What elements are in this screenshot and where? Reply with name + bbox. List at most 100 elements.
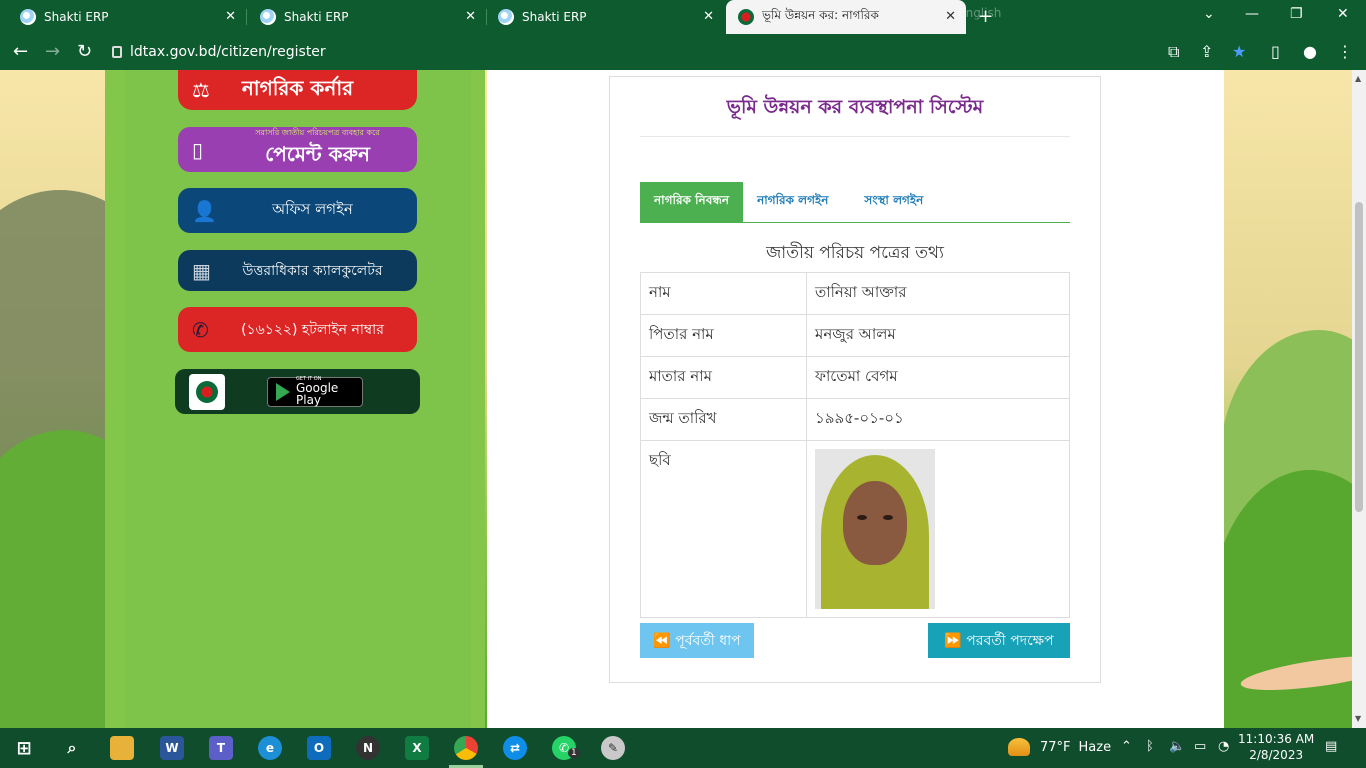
office-login-label: অফিস লগইন [272, 200, 353, 218]
system-clock[interactable]: 11:10:36 AM 2/8/2023 [1238, 731, 1314, 763]
dob-label: জন্ম তারিখ [640, 398, 807, 441]
citizen-corner-button[interactable]: ⚖ নাগরিক কর্নার [178, 70, 417, 110]
citizen-corner-icon: ⚖ [192, 78, 210, 102]
battery-icon[interactable]: ▭ [1194, 739, 1206, 754]
weather-temperature: 77°F [1040, 739, 1071, 755]
main-content: ভূমি উন্নয়ন কর ব্যবস্থাপনা সিস্টেম নাগর… [487, 70, 1224, 728]
scrollbar-thumb[interactable] [1355, 202, 1363, 512]
translate-extension-hint: English [958, 6, 1002, 20]
tab-citizen-login[interactable]: নাগরিক লগইন [743, 182, 842, 222]
shakti-favicon-icon [260, 9, 276, 25]
edge-icon[interactable]: e [258, 736, 282, 760]
forward-arrow-icon[interactable]: → [45, 41, 60, 62]
browser-tab-1[interactable]: Shakti ERP ✕ [0, 0, 246, 34]
table-row: জন্ম তারিখ ১৯৯৫-০১-০১ [640, 398, 1070, 441]
next-step-button[interactable]: ⏩ পরবর্তী পদক্ষেপ [928, 623, 1070, 658]
search-icon[interactable]: ⌕ [60, 736, 84, 760]
browser-tab-3[interactable]: Shakti ERP ✕ [478, 0, 724, 34]
table-row: পিতার নাম মনজুর আলম [640, 314, 1070, 357]
photo-cell [806, 440, 1070, 618]
login-tabs: নাগরিক নিবন্ধন নাগরিক লগইন সংস্থা লগইন [640, 182, 1070, 223]
side-panel-icon[interactable]: ▯ [1271, 42, 1280, 61]
close-icon[interactable]: ✕ [945, 9, 956, 24]
tab-organization-login[interactable]: সংস্থা লগইন [850, 182, 937, 222]
bookmark-star-icon[interactable]: ★ [1232, 42, 1246, 61]
photo-label: ছবি [640, 440, 807, 618]
weather-description: Haze [1078, 739, 1112, 755]
google-play-badge[interactable]: GET IT ON Google Play [267, 376, 363, 407]
volume-icon[interactable]: 🔈 [1169, 739, 1185, 754]
close-icon[interactable]: ✕ [225, 9, 236, 24]
bluetooth-icon[interactable]: ᛒ [1146, 739, 1154, 754]
weather-widget[interactable]: 77°F Haze [1008, 738, 1111, 756]
teams-icon[interactable]: T [209, 736, 233, 760]
phone-icon: ✆ [192, 317, 209, 342]
father-name-label: পিতার নাম [640, 314, 807, 357]
excel-icon[interactable]: X [405, 736, 429, 760]
browser-tab-strip: Shakti ERP ✕ Shakti ERP ✕ Shakti ERP ✕ ভ… [0, 0, 1366, 34]
tab-search-chevron-icon[interactable]: ⌄ [1203, 6, 1215, 22]
browser-tab-2[interactable]: Shakti ERP ✕ [240, 0, 486, 34]
wifi-icon[interactable]: ◔ [1218, 739, 1229, 754]
scroll-down-icon[interactable]: ▼ [1355, 714, 1361, 723]
file-explorer-icon[interactable] [110, 736, 134, 760]
citizen-photo [815, 449, 935, 609]
page-viewport: ⚖ নাগরিক কর্নার ▯ সরাসরি জাতীয় পরিচয়পত… [0, 70, 1352, 728]
lock-icon [112, 46, 122, 58]
chrome-icon[interactable] [454, 736, 478, 760]
google-play-icon [276, 382, 290, 401]
nid-info-table: নাম তানিয়া আক্তার পিতার নাম মনজুর আলম ম… [640, 272, 1070, 618]
payment-subtitle: সরাসরি জাতীয় পরিচয়পত্র ব্যবহার করে [255, 127, 380, 137]
office-login-button[interactable]: 👤 অফিস লগইন [178, 188, 417, 233]
close-icon[interactable]: ✕ [465, 9, 476, 24]
hotline-button[interactable]: ✆ (১৬১২২) হটলাইন নাম্বার [178, 307, 417, 352]
paint-icon[interactable]: ✎ [601, 736, 625, 760]
browser-tab-title: Shakti ERP [284, 10, 349, 24]
registration-card: ভূমি উন্নয়ন কর ব্যবস্থাপনা সিস্টেম নাগর… [609, 76, 1101, 683]
scroll-up-icon[interactable]: ▲ [1355, 74, 1361, 83]
calculator-icon: ▦ [192, 258, 211, 283]
payment-button[interactable]: ▯ সরাসরি জাতীয় পরিচয়পত্র ব্যবহার করে প… [178, 127, 417, 172]
browser-tab-active[interactable]: ভূমি উন্নয়ন কর: নাগরিক ✕ [726, 0, 966, 34]
kebab-menu-icon[interactable]: ⋮ [1337, 42, 1353, 61]
citizen-corner-label: নাগরিক কর্নার [241, 75, 354, 100]
address-bar[interactable]: ldtax.gov.bd/citizen/register [112, 38, 1192, 66]
back-arrow-icon[interactable]: ← [13, 41, 28, 62]
name-label: নাম [640, 272, 807, 315]
inheritance-calculator-button[interactable]: ▦ উত্তরাধিকার ক্যালকুলেটর [178, 250, 417, 291]
page-scrollbar[interactable]: ▲ ▼ [1352, 70, 1366, 728]
mobile-payment-icon: ▯ [192, 137, 204, 162]
restore-icon[interactable]: ❐ [1290, 6, 1303, 22]
translate-icon[interactable]: ⧉ [1168, 42, 1179, 62]
windows-taskbar: ⊞ ⌕ W T e O N X ⇄ ✆ 1 ✎ 77°F Haze ⌃ ᛒ 🔈 … [0, 728, 1366, 768]
google-play-text: Google Play [296, 381, 339, 407]
reload-icon[interactable]: ↻ [77, 41, 92, 62]
windows-start-icon[interactable]: ⊞ [12, 736, 36, 760]
tab-citizen-register[interactable]: নাগরিক নিবন্ধন [640, 182, 744, 222]
url-text: ldtax.gov.bd/citizen/register [130, 44, 326, 60]
share-icon[interactable]: ⇪ [1200, 42, 1213, 61]
close-icon[interactable]: ✕ [703, 9, 714, 24]
divider [640, 136, 1070, 137]
inheritance-calculator-label: উত্তরাধিকার ক্যালকুলেটর [242, 262, 383, 279]
outlook-icon[interactable]: O [307, 736, 331, 760]
name-value: তানিয়া আক্তার [806, 272, 1070, 315]
previous-step-button[interactable]: ⏪ পূর্ববর্তী ধাপ [640, 623, 754, 658]
shakti-favicon-icon [20, 9, 36, 25]
browser-toolbar: ← → ↻ ldtax.gov.bd/citizen/register ⧉ ⇪ … [0, 34, 1366, 70]
payment-label: পেমেন্ট করুন [265, 141, 370, 166]
profile-icon[interactable]: ● [1303, 42, 1317, 61]
teamviewer-icon[interactable]: ⇄ [503, 736, 527, 760]
chevron-up-icon[interactable]: ⌃ [1121, 739, 1132, 754]
word-icon[interactable]: W [160, 736, 184, 760]
nid-info-heading: জাতীয় পরিচয় পত্রের তথ্য [766, 243, 944, 263]
browser-tab-title: Shakti ERP [44, 10, 109, 24]
norton-icon[interactable]: N [356, 736, 380, 760]
notification-icon[interactable]: ▤ [1325, 739, 1337, 754]
minimize-icon[interactable]: — [1245, 6, 1259, 22]
clock-date: 2/8/2023 [1249, 748, 1304, 762]
table-row: নাম তানিয়া আক্তার [640, 272, 1070, 315]
window-close-icon[interactable]: ✕ [1337, 6, 1349, 22]
mother-name-label: মাতার নাম [640, 356, 807, 399]
ldtax-favicon-icon [738, 9, 754, 25]
